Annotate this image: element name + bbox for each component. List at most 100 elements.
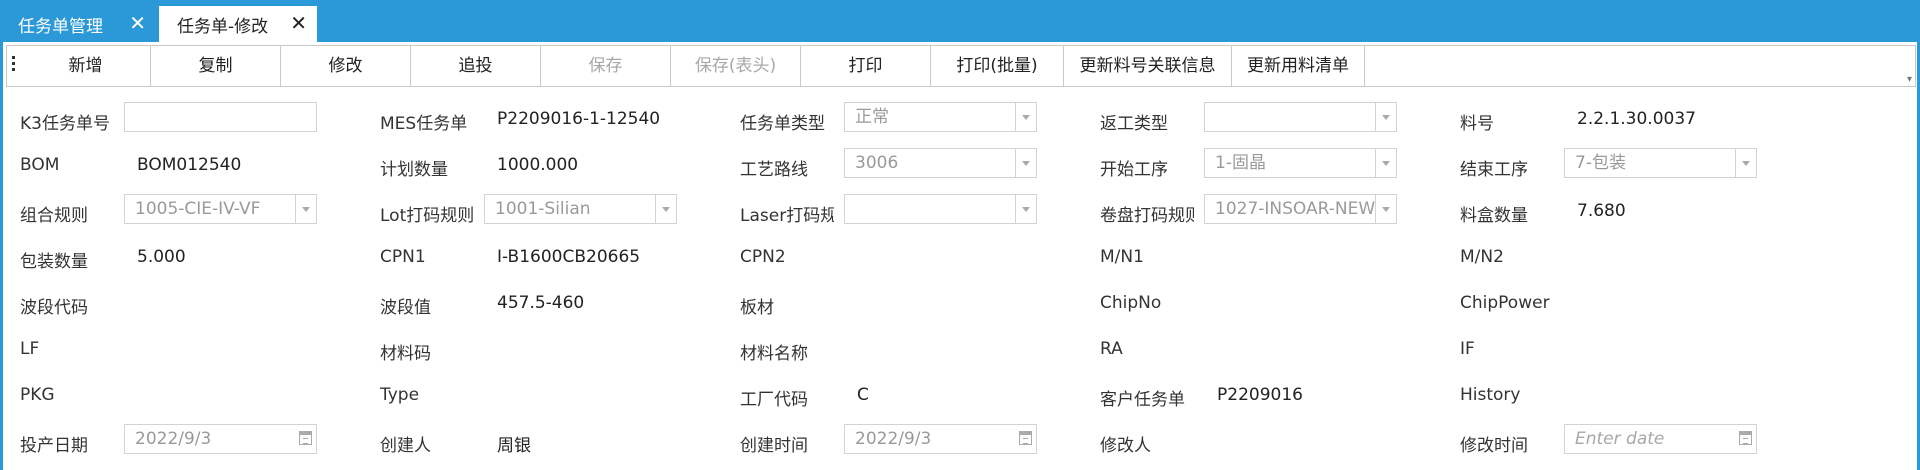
band-value-value: 457.5-460 bbox=[497, 293, 585, 313]
start-process-label: 开始工序 bbox=[1100, 160, 1168, 180]
modify-time-label: 修改时间 bbox=[1460, 436, 1528, 456]
order-type-value: 正常 bbox=[855, 107, 889, 127]
close-icon[interactable]: ✕ bbox=[290, 13, 307, 33]
edit-panel: 新增 复制 修改 追投 保存 保存(表头) 打印 打印(批量) 更新料号关联信息… bbox=[3, 42, 1917, 470]
modify-button[interactable]: 修改 bbox=[281, 46, 411, 86]
create-time-label: 创建时间 bbox=[740, 436, 808, 456]
order-type-select[interactable]: 正常 bbox=[844, 102, 1037, 132]
calendar-icon[interactable] bbox=[1739, 431, 1752, 445]
tab-order-management[interactable]: 任务单管理 ✕ bbox=[0, 6, 156, 42]
plan-qty-label: 计划数量 bbox=[380, 160, 448, 180]
rework-type-select[interactable] bbox=[1204, 102, 1397, 132]
customer-order-label: 客户任务单 bbox=[1100, 390, 1185, 410]
mes-order-no-value: P2209016-1-12540 bbox=[497, 109, 661, 129]
chevron-down-icon[interactable] bbox=[1375, 149, 1396, 177]
copy-button[interactable]: 复制 bbox=[151, 46, 281, 86]
process-route-label: 工艺路线 bbox=[740, 160, 808, 180]
end-process-select[interactable]: 7-包装 bbox=[1564, 148, 1757, 178]
end-process-label: 结束工序 bbox=[1460, 160, 1528, 180]
box-qty-label: 料盒数量 bbox=[1460, 206, 1528, 226]
toolbar-overflow-icon[interactable]: ▾ bbox=[1907, 74, 1912, 85]
k3-order-no-label: K3任务单号 bbox=[20, 114, 110, 134]
plan-qty-value: 1000.000 bbox=[497, 155, 579, 175]
reel-print-rule-value: 1027-INSOAR-NEW bbox=[1215, 199, 1376, 219]
cpn1-value: I-B1600CB20665 bbox=[497, 247, 641, 267]
laser-print-rule-select[interactable] bbox=[844, 194, 1037, 224]
history-label: History bbox=[1460, 385, 1521, 405]
reel-print-rule-label: 卷盘打码规则 bbox=[1100, 206, 1194, 226]
lot-print-rule-value: 1001-Silian bbox=[495, 199, 591, 219]
toolbar-grip-icon[interactable] bbox=[12, 56, 16, 76]
material-name-label: 材料名称 bbox=[740, 344, 808, 364]
combo-rule-value: 1005-CIE-IV-VF bbox=[135, 199, 261, 219]
factory-code-value: C bbox=[857, 385, 869, 405]
start-date-picker[interactable]: 2022/9/3 bbox=[124, 424, 317, 454]
cpn2-label: CPN2 bbox=[740, 247, 786, 267]
part-no-value: 2.2.1.30.0037 bbox=[1577, 109, 1696, 129]
bom-label: BOM bbox=[20, 155, 60, 175]
customer-order-value: P2209016 bbox=[1217, 385, 1303, 405]
update-material-link-button[interactable]: 更新料号关联信息 bbox=[1064, 46, 1232, 86]
process-route-value: 3006 bbox=[855, 153, 899, 173]
ra-label: RA bbox=[1100, 339, 1123, 359]
laser-print-rule-label: Laser打码规则 bbox=[740, 206, 834, 226]
if-label: IF bbox=[1460, 339, 1475, 359]
reel-print-rule-select[interactable]: 1027-INSOAR-NEW bbox=[1204, 194, 1397, 224]
chevron-down-icon[interactable] bbox=[1015, 103, 1036, 131]
chip-no-label: ChipNo bbox=[1100, 293, 1162, 313]
k3-order-no-input[interactable] bbox=[124, 102, 317, 132]
end-process-value: 7-包装 bbox=[1575, 153, 1626, 173]
modify-time-placeholder: Enter date bbox=[1575, 429, 1665, 449]
tab-order-edit[interactable]: 任务单-修改 ✕ bbox=[159, 6, 317, 42]
creator-label: 创建人 bbox=[380, 436, 431, 456]
chevron-down-icon[interactable] bbox=[655, 195, 676, 223]
creator-value: 周银 bbox=[497, 436, 531, 456]
factory-code-label: 工厂代码 bbox=[740, 390, 808, 410]
lot-print-rule-label: Lot打码规则 bbox=[380, 206, 474, 226]
type-label: Type bbox=[380, 385, 420, 405]
rework-type-label: 返工类型 bbox=[1100, 114, 1168, 134]
combo-rule-label: 组合规则 bbox=[20, 206, 88, 226]
box-qty-value: 7.680 bbox=[1577, 201, 1626, 221]
print-button[interactable]: 打印 bbox=[801, 46, 931, 86]
start-process-select[interactable]: 1-固晶 bbox=[1204, 148, 1397, 178]
start-date-value: 2022/9/3 bbox=[135, 429, 212, 449]
process-route-select[interactable]: 3006 bbox=[844, 148, 1037, 178]
save-button[interactable]: 保存 bbox=[541, 46, 671, 86]
lot-print-rule-select[interactable]: 1001-Silian bbox=[484, 194, 677, 224]
chevron-down-icon[interactable] bbox=[1375, 195, 1396, 223]
cpn1-label: CPN1 bbox=[380, 247, 426, 267]
pkg-label: PKG bbox=[20, 385, 55, 405]
calendar-icon[interactable] bbox=[1019, 431, 1032, 445]
save-header-button[interactable]: 保存(表头) bbox=[671, 46, 801, 86]
pack-qty-label: 包装数量 bbox=[20, 252, 88, 272]
board-label: 板材 bbox=[740, 298, 774, 318]
append-button[interactable]: 追投 bbox=[411, 46, 541, 86]
chevron-down-icon[interactable] bbox=[1375, 103, 1396, 131]
add-button[interactable]: 新增 bbox=[21, 46, 151, 86]
create-time-value: 2022/9/3 bbox=[855, 429, 932, 449]
chevron-down-icon[interactable] bbox=[1735, 149, 1756, 177]
modify-time-picker[interactable]: Enter date bbox=[1564, 424, 1757, 454]
material-code-label: 材料码 bbox=[380, 344, 431, 364]
calendar-icon[interactable] bbox=[299, 431, 312, 445]
part-no-label: 料号 bbox=[1460, 114, 1494, 134]
chevron-down-icon[interactable] bbox=[1015, 195, 1036, 223]
tab-bar: 任务单管理 ✕ 任务单-修改 ✕ bbox=[0, 0, 1920, 42]
create-time-picker[interactable]: 2022/9/3 bbox=[844, 424, 1037, 454]
band-value-label: 波段值 bbox=[380, 298, 431, 318]
update-bom-list-button[interactable]: 更新用料清单 bbox=[1232, 46, 1365, 86]
mn2-label: M/N2 bbox=[1460, 247, 1504, 267]
tab-label: 任务单管理 bbox=[18, 16, 103, 37]
pack-qty-value: 5.000 bbox=[137, 247, 186, 267]
modifier-label: 修改人 bbox=[1100, 436, 1151, 456]
close-icon[interactable]: ✕ bbox=[129, 13, 146, 33]
chevron-down-icon[interactable] bbox=[1015, 149, 1036, 177]
chevron-down-icon[interactable] bbox=[295, 195, 316, 223]
band-code-label: 波段代码 bbox=[20, 298, 88, 318]
mes-order-no-label: MES任务单 bbox=[380, 114, 468, 134]
combo-rule-select[interactable]: 1005-CIE-IV-VF bbox=[124, 194, 317, 224]
print-batch-button[interactable]: 打印(批量) bbox=[931, 46, 1064, 86]
toolbar: 新增 复制 修改 追投 保存 保存(表头) 打印 打印(批量) 更新料号关联信息… bbox=[6, 45, 1916, 87]
tab-label: 任务单-修改 bbox=[177, 16, 269, 37]
